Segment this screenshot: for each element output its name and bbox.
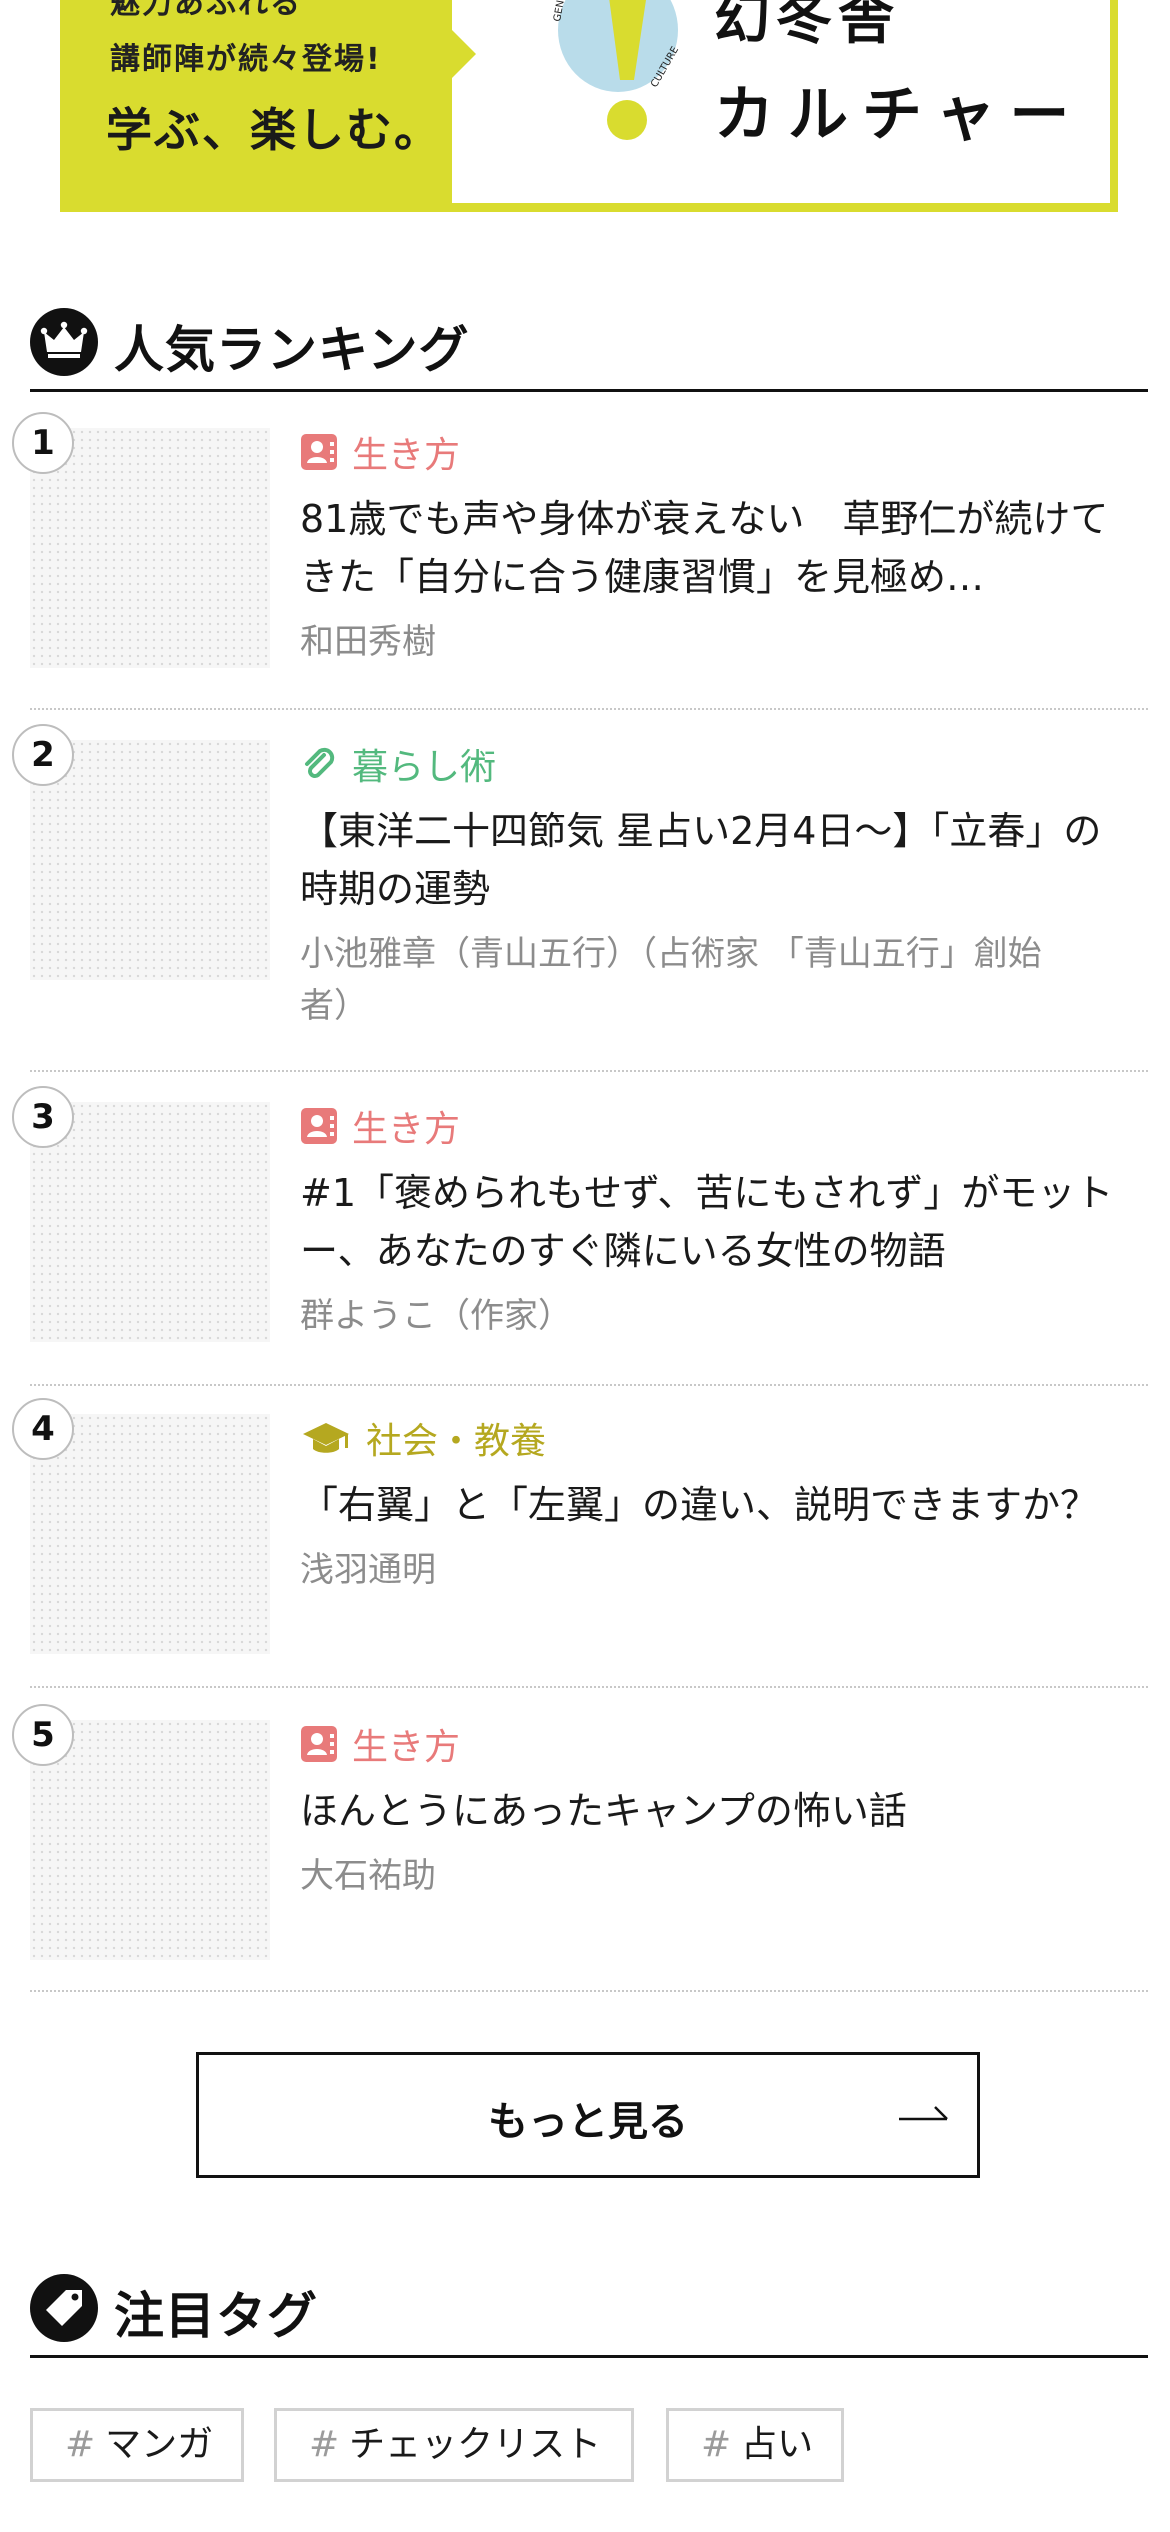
category-label: 生き方 [352,1109,461,1150]
ranking-title: 人気ランキング [114,321,470,379]
gentosha-culture-logo-icon: GENTO CULTURE [552,0,681,140]
article-author-line: 和田秀樹 [300,622,436,662]
article-thumbnail[interactable] [30,428,270,668]
tag-label: 占い [741,2424,814,2465]
tag-chip-fortune[interactable]: # 占い [666,2408,844,2482]
article-title-line: 【東洋二十四節気 星占い2月4日〜】「立春」の [300,809,1102,853]
banner-line-2: 講師陣が続々登場! [110,42,382,77]
article-title-line: 「右翼」と「左翼」の違い、説明できますか？ [300,1483,1099,1527]
banner-notch [452,30,476,78]
rank-badge: 2 [12,724,74,786]
hash-symbol: # [65,2424,96,2465]
long-arrow-right-icon [899,2106,948,2121]
more-button[interactable]: もっと見る [196,2052,980,2178]
tag-icon [30,2274,98,2342]
article-title-line: #1「褒められもせず、苦にもされず」がモット [300,1171,1114,1215]
category-tag[interactable]: 生き方 [300,1720,1148,1768]
article-thumbnail[interactable] [30,1720,270,1960]
banner-line-1: 魅力あふれる [110,0,302,21]
hash-symbol: # [309,2424,340,2465]
article-author-line: 大石祐助 [300,1856,436,1896]
crown-icon [30,308,98,376]
article-author: 大石祐助 [300,1850,1148,1902]
article-author-line: 者） [300,986,368,1026]
article-title[interactable]: #1「褒められもせず、苦にもされず」がモット ー、あなたのすぐ隣にいる女性の物語 [300,1164,1148,1280]
article-author: 群ようこ（作家） [300,1290,1148,1342]
tag-label: チェックリスト [349,2424,602,2465]
article-title-line: ー、あなたのすぐ隣にいる女性の物語 [300,1229,946,1273]
ranking-heading: 人気ランキング [30,292,1148,392]
category-label: 生き方 [352,435,461,476]
article-author: 和田秀樹 [300,616,1148,668]
category-tag[interactable]: 生き方 [300,428,1148,476]
ranking-item-3[interactable]: 3 生き方 #1「褒められもせず、苦にもされず」がモット ー、あなたのすぐ隣にい… [12,1086,1148,1386]
article-title-line: 81歳でも声や身体が衰えない 草野仁が続けて [300,497,1109,541]
contact-card-icon [301,1108,337,1144]
article-thumbnail[interactable] [30,740,270,980]
article-author: 浅羽通明 [300,1544,1148,1596]
ranking-item-5[interactable]: 5 生き方 ほんとうにあったキャンプの怖い話 大石祐助 [12,1704,1148,1992]
tag-label: マンガ [105,2424,214,2465]
article-title[interactable]: 「右翼」と「左翼」の違い、説明できますか？ [300,1476,1148,1534]
graduation-cap-icon [303,1423,349,1453]
article-thumbnail[interactable] [30,1102,270,1342]
article-title-line: 時期の運勢 [300,867,491,911]
banner-line-3: 学ぶ、楽しむ。 [106,103,442,157]
article-title[interactable]: ほんとうにあったキャンプの怖い話 [300,1782,1148,1840]
ranking-item-2[interactable]: 2 暮らし術 【東洋二十四節気 星占い2月4日〜】「立春」の 時期の運勢 小池雅… [12,724,1148,1072]
category-label: 社会・教養 [366,1421,547,1462]
category-label: 生き方 [352,1727,461,1768]
banner-title-line-2: カルチャー [714,80,1084,150]
article-author-line: 浅羽通明 [300,1550,436,1590]
category-tag[interactable]: 社会・教養 [300,1414,1148,1462]
article-title-line: きた「自分に合う健康習慣」を見極め… [300,555,985,599]
contact-card-icon [301,434,337,470]
category-label: 暮らし術 [352,747,497,788]
tag-chip-checklist[interactable]: # チェックリスト [274,2408,634,2482]
ranking-item-4[interactable]: 4 社会・教養 「右翼」と「左翼」の違い、説明できますか？ 浅羽通明 [12,1398,1148,1688]
rank-badge: 1 [12,412,74,474]
article-title[interactable]: 81歳でも声や身体が衰えない 草野仁が続けて きた「自分に合う健康習慣」を見極め… [300,490,1148,606]
banner-copy: 魅力あふれる 講師陣が続々登場! 学ぶ、楽しむ。 [60,0,452,212]
culture-banner[interactable]: 魅力あふれる 講師陣が続々登場! 学ぶ、楽しむ。 GENTO CULTURE 幻… [60,0,1118,212]
tags-heading: 注目タグ [30,2258,1148,2358]
article-thumbnail[interactable] [30,1414,270,1654]
more-button-label: もっと見る [488,2099,688,2145]
banner-logo-area: GENTO CULTURE 幻冬舎 カルチャー [452,0,1110,203]
article-author-line: 小池雅章（青山五行）（占術家 「青山五行」創始 [300,934,1042,974]
banner-title-line-1: 幻冬舎 [714,0,900,52]
contact-card-icon [301,1726,337,1762]
rank-badge: 5 [12,1704,74,1766]
article-author-line: 群ようこ（作家） [300,1296,572,1336]
category-tag[interactable]: 暮らし術 [300,740,1148,788]
category-tag[interactable]: 生き方 [300,1102,1148,1150]
ranking-item-1[interactable]: 1 生き方 81歳でも声や身体が衰えない 草野仁が続けて きた「自分に合う健康習… [12,412,1148,710]
paperclip-icon [305,747,335,778]
hash-symbol: # [701,2424,732,2465]
rank-badge: 3 [12,1086,74,1148]
article-title[interactable]: 【東洋二十四節気 星占い2月4日〜】「立春」の 時期の運勢 [300,802,1148,918]
article-author: 小池雅章（青山五行）（占術家 「青山五行」創始 者） [300,928,1148,1032]
page: 魅力あふれる 講師陣が続々登場! 学ぶ、楽しむ。 GENTO CULTURE 幻… [0,0,1170,2532]
tag-chip-manga[interactable]: # マンガ [30,2408,244,2482]
tags-title: 注目タグ [114,2287,318,2345]
rank-badge: 4 [12,1398,74,1460]
article-title-line: ほんとうにあったキャンプの怖い話 [300,1789,907,1833]
